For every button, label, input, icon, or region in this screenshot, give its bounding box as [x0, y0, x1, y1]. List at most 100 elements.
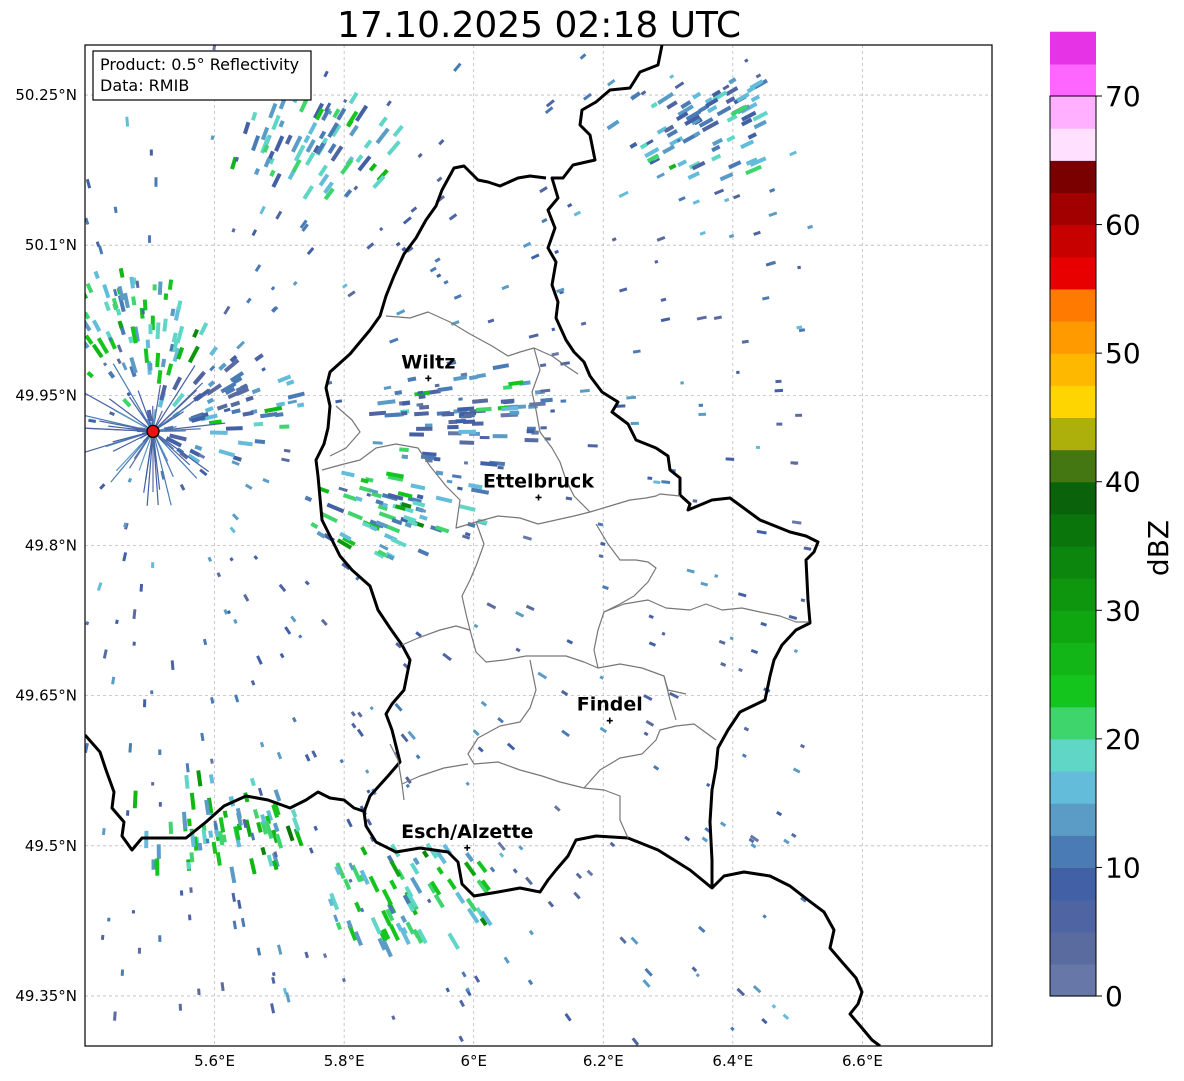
echo-bin [156, 844, 161, 859]
colorbar-swatch [1050, 803, 1096, 836]
echo-bin [433, 893, 445, 909]
colorbar-swatch [1050, 481, 1096, 515]
echo-bin [776, 422, 783, 426]
echo-bin [162, 318, 168, 332]
echo-bin [283, 448, 291, 453]
echo-bin [662, 144, 676, 155]
echo-bin [148, 362, 153, 371]
city-marker [425, 375, 432, 382]
echo-bin [434, 383, 440, 388]
echo-bin [101, 827, 106, 836]
echo-bin [656, 235, 666, 242]
echo-bin [657, 91, 674, 105]
echo-bin [113, 288, 118, 297]
echo-bin [509, 410, 520, 416]
echo-bin [86, 371, 94, 379]
echo-bin [783, 838, 790, 845]
echo-bin [733, 193, 741, 200]
echo-bin [525, 604, 535, 612]
echo-bin [419, 514, 428, 521]
echo-bin [348, 91, 359, 105]
echo-bin [769, 188, 776, 193]
echo-bin [476, 406, 492, 412]
echo-bin [132, 790, 138, 809]
echo-bin [151, 562, 155, 569]
echo-bin [448, 213, 458, 221]
echo-bin [660, 297, 667, 302]
echo-bin [232, 920, 238, 930]
echo-bin [455, 891, 466, 905]
echo-bin [497, 717, 504, 724]
echo-bin [291, 817, 301, 832]
echo-bin [436, 176, 443, 183]
echo-bin [202, 638, 208, 646]
echo-bin [210, 135, 215, 141]
echo-bin [271, 114, 281, 131]
echo-bin [395, 922, 404, 932]
colorbar-swatch [1050, 321, 1096, 354]
echo-bin [791, 520, 802, 525]
echo-bin [369, 706, 374, 711]
echo-bin [187, 818, 192, 827]
echo-bin [141, 309, 145, 315]
echo-bin [279, 652, 285, 659]
echo-bin [284, 134, 293, 145]
echo-bin [402, 216, 412, 225]
echo-bin [178, 1003, 183, 1011]
echo-bin [290, 808, 298, 818]
echo-bin [545, 99, 555, 108]
colorbar-swatch [1050, 385, 1096, 419]
echo-bin [414, 411, 429, 417]
echo-bin [264, 405, 283, 414]
city-esch-alzette: Esch/Alzette [401, 821, 533, 851]
colorbar-swatch [1050, 546, 1096, 579]
echo-bin [458, 429, 477, 434]
echo-bin [304, 951, 309, 959]
echo-bin [554, 249, 560, 255]
echo-bin [497, 841, 506, 851]
lat-tick-label: 49.35°N [15, 987, 77, 1005]
echo-bin [417, 548, 430, 557]
colorbar-swatch [1050, 899, 1096, 933]
echo-bin [684, 835, 691, 842]
info-source: Data: RMIB [100, 76, 189, 95]
echo-bin [741, 339, 749, 344]
echo-bin [725, 96, 736, 105]
echo-bin [755, 445, 761, 449]
echo-bin [602, 585, 609, 590]
echo-bin [152, 284, 157, 291]
echo-bin [487, 318, 495, 324]
echo-bin [433, 456, 441, 462]
echo-bin [600, 541, 606, 546]
echo-bin [407, 376, 417, 383]
echo-bin [205, 838, 210, 844]
echo-bin [447, 425, 459, 430]
echo-bin [242, 410, 254, 417]
echo-bin [540, 397, 553, 403]
echo-bin [647, 476, 653, 480]
echo-bin [375, 127, 390, 145]
echo-bin [341, 470, 355, 478]
echo-bin [290, 615, 297, 623]
echo-bin [644, 967, 653, 977]
echo-bin [566, 639, 574, 645]
echo-bin [179, 483, 186, 491]
echo-bin [399, 447, 409, 453]
echo-bin [476, 372, 487, 379]
echo-bin [313, 825, 318, 831]
echo-bin [145, 339, 151, 349]
echo-bin [668, 163, 677, 171]
echo-bin [335, 921, 343, 931]
echo-bin [550, 409, 555, 413]
echo-bin [459, 504, 476, 512]
echo-bin [158, 802, 162, 807]
echo-bin [716, 105, 732, 117]
echo-bin [85, 287, 89, 300]
echo-bin [774, 388, 784, 393]
echo-bin [207, 556, 213, 562]
echo-bin [782, 1013, 790, 1021]
echo-bin [156, 369, 163, 384]
echo-bin [750, 94, 761, 103]
echo-bin [116, 344, 123, 353]
echo-bin [122, 397, 132, 408]
